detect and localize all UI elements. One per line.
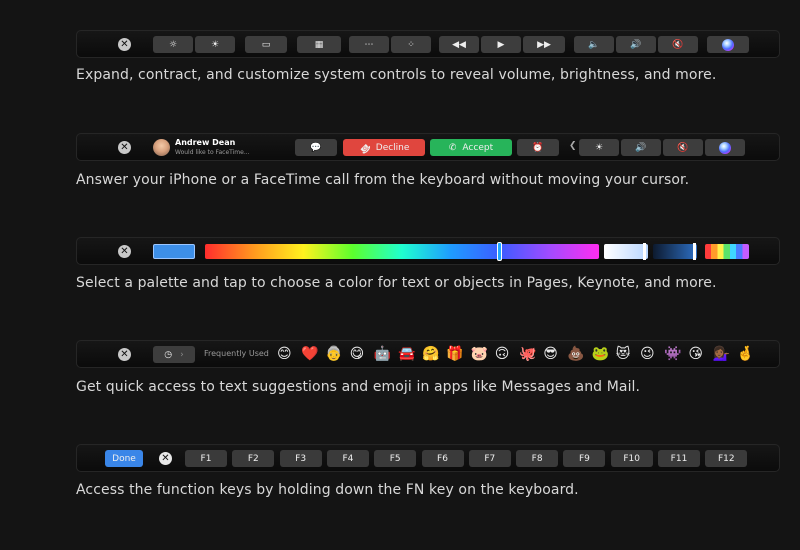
message-icon: 💬 xyxy=(310,142,322,153)
message-button[interactable]: 💬 xyxy=(295,139,337,156)
launchpad-icon[interactable]: ▦ xyxy=(297,36,341,53)
function-key-f5[interactable]: F5 xyxy=(374,450,417,467)
function-key-f9[interactable]: F9 xyxy=(563,450,606,467)
accept-button[interactable]: ✆ Accept xyxy=(430,139,512,156)
shade-dark-swatch[interactable] xyxy=(653,244,697,259)
volume-up-icon[interactable]: 🔊 xyxy=(621,139,661,156)
touch-bar: Done ✕ F1 F2 F3 F4 F5 F6 F7 F8 F9 F10 F11 F12 xyxy=(76,444,780,472)
emoji-key[interactable]: 🤞 xyxy=(737,346,754,363)
caption: Access the function keys by holding down… xyxy=(76,482,579,498)
function-key-f8[interactable]: F8 xyxy=(516,450,559,467)
emoji-key[interactable]: 😻 xyxy=(616,346,631,363)
emoji-key[interactable]: 🤗 xyxy=(422,346,439,363)
function-key-f6[interactable]: F6 xyxy=(421,450,464,467)
function-key-f11[interactable]: F11 xyxy=(658,450,700,467)
volume-up-icon[interactable]: 🔊 xyxy=(616,36,656,53)
function-key-f2[interactable]: F2 xyxy=(232,450,275,467)
brightness-icon[interactable]: ☀ xyxy=(579,139,619,156)
emoji-key[interactable]: 🤖 xyxy=(374,346,391,363)
emoji-key[interactable]: 🚘 xyxy=(398,346,415,363)
siri-button[interactable] xyxy=(705,139,745,156)
emoji-key[interactable]: ❤️ xyxy=(301,346,318,363)
touch-bar: ✕ ◷ › Frequently Used 😊 ❤️ 👵 😋 🤖 🚘 🤗 🎁 🐷 🙃 🐙 😎 💩 🐸 😻 😉 👾… xyxy=(76,340,780,368)
mute-icon[interactable]: 🔇 xyxy=(658,36,698,53)
caption: Get quick access to text suggestions and… xyxy=(76,379,641,395)
volume-down-icon[interactable]: 🔈 xyxy=(574,36,614,53)
brightness-down-icon[interactable]: ☼ xyxy=(153,36,193,53)
accept-icon: ✆ xyxy=(448,142,457,153)
hue-slider[interactable] xyxy=(205,244,599,259)
rewind-icon[interactable]: ◀◀ xyxy=(439,36,479,53)
current-color-swatch[interactable] xyxy=(153,244,195,259)
fast-forward-icon[interactable]: ▶▶ xyxy=(523,36,565,53)
palette-presets-swatch[interactable] xyxy=(705,244,749,259)
close-icon[interactable]: ✕ xyxy=(118,38,131,51)
function-key-f4[interactable]: F4 xyxy=(326,450,369,467)
emoji-key[interactable]: 🐙 xyxy=(519,346,536,363)
emoji-key[interactable]: 😎 xyxy=(543,346,558,363)
emoji-category-label: Frequently Used xyxy=(204,349,269,358)
emoji-key[interactable]: 😊 xyxy=(277,346,292,363)
siri-button[interactable] xyxy=(707,36,749,53)
emoji-category-button[interactable]: ◷ › xyxy=(153,346,195,363)
emoji-key[interactable]: 😉 xyxy=(640,346,655,363)
function-key-f12[interactable]: F12 xyxy=(705,450,748,467)
hue-slider-handle[interactable] xyxy=(497,242,502,261)
emoji-key[interactable]: 😘 xyxy=(688,346,703,363)
close-icon[interactable]: ✕ xyxy=(118,348,131,361)
emoji-key[interactable]: 👵 xyxy=(325,346,342,363)
avatar xyxy=(153,139,170,156)
alarm-icon: ⏰ xyxy=(532,142,544,153)
shade-light-handle[interactable] xyxy=(643,243,646,260)
mission-control-icon[interactable]: ▭ xyxy=(245,36,287,53)
touch-bar: ✕ xyxy=(76,237,780,265)
function-key-f10[interactable]: F10 xyxy=(610,450,653,467)
close-icon[interactable]: ✕ xyxy=(159,452,172,465)
shade-light-swatch[interactable] xyxy=(604,244,648,259)
function-key-f3[interactable]: F3 xyxy=(279,450,322,467)
emoji-key[interactable]: 🐸 xyxy=(592,346,609,363)
siri-icon xyxy=(719,141,731,154)
chevron-right-icon: › xyxy=(180,349,184,360)
brightness-up-icon[interactable]: ☀ xyxy=(195,36,235,53)
clock-icon: ◷ xyxy=(164,349,173,360)
decline-icon: ☎ xyxy=(356,139,372,156)
emoji-key[interactable]: 💩 xyxy=(567,346,584,363)
emoji-key[interactable]: 🙃 xyxy=(495,346,510,363)
emoji-key[interactable]: 🐷 xyxy=(471,346,488,363)
function-key-f1[interactable]: F1 xyxy=(185,450,227,467)
caption: Expand, contract, and customize system c… xyxy=(76,67,717,83)
emoji-key[interactable]: 💁🏾‍♀️ xyxy=(713,346,730,363)
function-key-f7[interactable]: F7 xyxy=(468,450,511,467)
caller-name: Andrew Dean xyxy=(175,138,236,147)
emoji-key[interactable]: 🎁 xyxy=(446,346,463,363)
emoji-key[interactable]: 😋 xyxy=(350,346,365,363)
alarm-button[interactable]: ⏰ xyxy=(517,139,559,156)
keyboard-light-down-icon[interactable]: ⋯ xyxy=(349,36,389,53)
caption: Select a palette and tap to choose a col… xyxy=(76,275,717,291)
emoji-key[interactable]: 👾 xyxy=(664,346,681,363)
mute-icon[interactable]: 🔇 xyxy=(663,139,703,156)
touch-bar: ✕ Andrew Dean Would like to FaceTime... … xyxy=(76,133,780,161)
close-icon[interactable]: ✕ xyxy=(118,245,131,258)
caption: Answer your iPhone or a FaceTime call fr… xyxy=(76,172,690,188)
done-button[interactable]: Done xyxy=(105,450,143,467)
keyboard-light-up-icon[interactable]: ⁘ xyxy=(391,36,431,53)
touch-bar: ✕ ☼ ☀ ▭ ▦ ⋯ ⁘ ◀◀ ▶ ▶▶ 🔈 🔊 🔇 xyxy=(76,30,780,58)
accept-label: Accept xyxy=(462,142,494,153)
siri-icon xyxy=(722,38,734,51)
play-icon[interactable]: ▶ xyxy=(481,36,521,53)
caller-status: Would like to FaceTime... xyxy=(175,149,250,156)
close-icon[interactable]: ✕ xyxy=(118,141,131,154)
shade-dark-handle[interactable] xyxy=(693,243,696,260)
decline-label: Decline xyxy=(375,142,410,153)
decline-button[interactable]: ☎ Decline xyxy=(343,139,425,156)
chevron-left-icon[interactable]: ❮ xyxy=(569,141,577,151)
